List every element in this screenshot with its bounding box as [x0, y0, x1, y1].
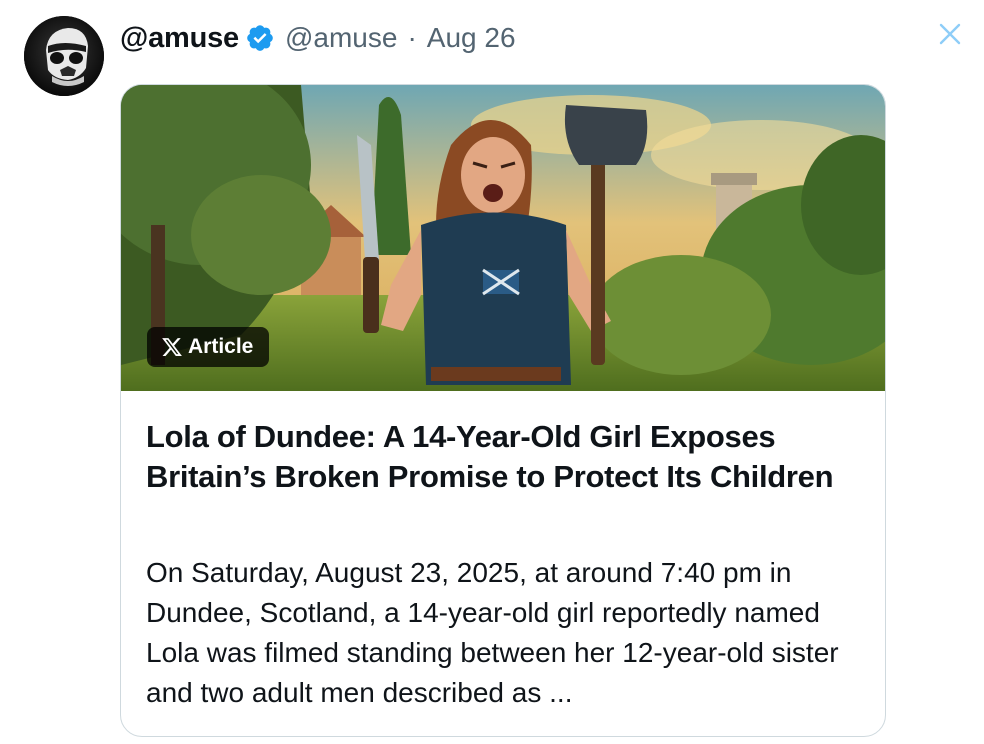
handle[interactable]: @amuse: [285, 22, 397, 54]
verified-badge-icon: [245, 23, 275, 53]
separator-dot: ·: [407, 22, 417, 53]
article-badge: Article: [147, 327, 270, 367]
tweet-header: @amuse @amuse · Aug 26: [120, 18, 516, 58]
close-button[interactable]: [934, 18, 966, 50]
avatar[interactable]: [24, 16, 104, 96]
article-title: Lola of Dundee: A 14-Year-Old Girl Expos…: [146, 419, 834, 494]
article-cover-image: Article: [121, 85, 885, 391]
display-name[interactable]: @amuse: [120, 22, 239, 55]
tweet: @amuse @amuse · Aug 26 Article Lola of D…: [0, 0, 984, 744]
tweet-date[interactable]: Aug 26: [427, 22, 516, 54]
stormtrooper-avatar-image: [24, 16, 104, 96]
article-excerpt: On Saturday, August 23, 2025, at around …: [146, 557, 839, 708]
close-icon: [939, 23, 961, 45]
article-badge-label: Article: [188, 335, 254, 358]
article-card[interactable]: Article Lola of Dundee: A 14-Year-Old Gi…: [120, 84, 886, 737]
x-logo-icon: [161, 336, 183, 358]
